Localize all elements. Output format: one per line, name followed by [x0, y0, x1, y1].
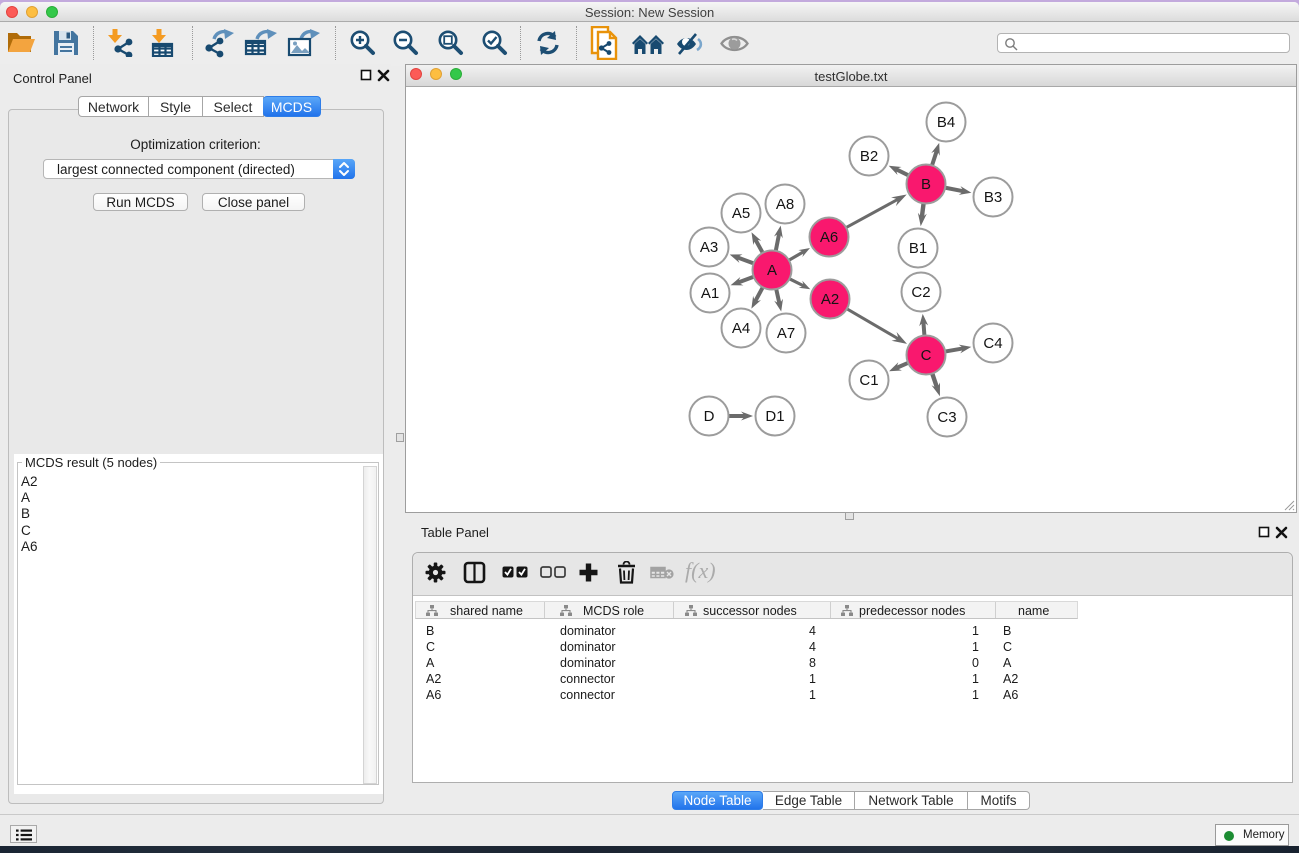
- svg-text:C: C: [921, 347, 932, 364]
- svg-text:C2: C2: [911, 284, 930, 301]
- svg-text:A7: A7: [777, 325, 795, 342]
- svg-text:C1: C1: [859, 372, 878, 389]
- svg-text:C4: C4: [983, 335, 1002, 352]
- svg-text:B4: B4: [937, 114, 955, 131]
- svg-text:D: D: [704, 408, 715, 425]
- svg-text:A1: A1: [701, 285, 719, 302]
- svg-text:D1: D1: [765, 408, 784, 425]
- svg-text:B3: B3: [984, 189, 1002, 206]
- svg-text:A3: A3: [700, 239, 718, 256]
- svg-text:C3: C3: [937, 409, 956, 426]
- svg-text:A5: A5: [732, 205, 750, 222]
- svg-text:B: B: [921, 176, 931, 193]
- svg-text:A6: A6: [820, 229, 838, 246]
- svg-text:A4: A4: [732, 320, 750, 337]
- svg-text:A: A: [767, 262, 777, 279]
- svg-text:B1: B1: [909, 240, 927, 257]
- svg-text:B2: B2: [860, 148, 878, 165]
- svg-text:A2: A2: [821, 291, 839, 308]
- svg-text:A8: A8: [776, 196, 794, 213]
